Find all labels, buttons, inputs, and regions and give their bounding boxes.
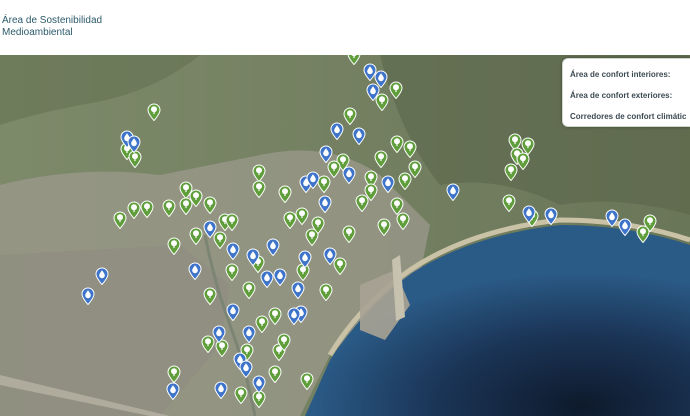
interior-comfort-marker[interactable] xyxy=(306,171,320,189)
exterior-comfort-marker[interactable] xyxy=(113,211,127,229)
exterior-comfort-marker[interactable] xyxy=(502,194,516,212)
legend-item-corridors: Corredores de confort climátic xyxy=(570,112,687,121)
interior-comfort-marker[interactable] xyxy=(381,175,395,193)
interior-comfort-marker[interactable] xyxy=(287,307,301,325)
interior-comfort-marker[interactable] xyxy=(214,381,228,399)
exterior-comfort-marker[interactable] xyxy=(311,216,325,234)
interior-comfort-marker[interactable] xyxy=(544,207,558,225)
exterior-comfort-marker[interactable] xyxy=(390,135,404,153)
exterior-comfort-marker[interactable] xyxy=(389,81,403,99)
interior-comfort-marker[interactable] xyxy=(242,325,256,343)
interior-comfort-marker[interactable] xyxy=(203,220,217,238)
exterior-comfort-marker[interactable] xyxy=(162,199,176,217)
legend-item-exterior: Área de confort exteriores: xyxy=(570,91,673,100)
interior-comfort-marker[interactable] xyxy=(188,262,202,280)
interior-comfort-marker[interactable] xyxy=(352,127,366,145)
exterior-comfort-marker[interactable] xyxy=(277,333,291,351)
interior-comfort-marker[interactable] xyxy=(81,287,95,305)
title-line-2: Medioambiental xyxy=(2,27,73,38)
exterior-comfort-marker[interactable] xyxy=(396,212,410,230)
exterior-comfort-marker[interactable] xyxy=(268,307,282,325)
interior-comfort-marker[interactable] xyxy=(618,218,632,236)
exterior-comfort-marker[interactable] xyxy=(343,107,357,125)
exterior-comfort-marker[interactable] xyxy=(504,163,518,181)
exterior-comfort-marker[interactable] xyxy=(255,315,269,333)
interior-comfort-marker[interactable] xyxy=(239,360,253,378)
exterior-comfort-marker[interactable] xyxy=(234,386,248,404)
interior-comfort-marker[interactable] xyxy=(298,250,312,268)
exterior-comfort-marker[interactable] xyxy=(147,103,161,121)
exterior-comfort-marker[interactable] xyxy=(242,281,256,299)
exterior-comfort-marker[interactable] xyxy=(278,185,292,203)
interior-comfort-marker[interactable] xyxy=(366,83,380,101)
interior-comfort-marker[interactable] xyxy=(291,281,305,299)
exterior-comfort-marker[interactable] xyxy=(295,207,309,225)
exterior-comfort-marker[interactable] xyxy=(342,225,356,243)
interior-comfort-marker[interactable] xyxy=(166,382,180,400)
exterior-comfort-marker[interactable] xyxy=(516,152,530,170)
interior-comfort-marker[interactable] xyxy=(342,166,356,184)
interior-comfort-marker[interactable] xyxy=(318,195,332,213)
exterior-comfort-marker[interactable] xyxy=(203,196,217,214)
exterior-comfort-marker[interactable] xyxy=(636,225,650,243)
exterior-comfort-marker[interactable] xyxy=(225,213,239,231)
legend-item-interior: Área de confort interiores: xyxy=(570,70,671,79)
exterior-comfort-marker[interactable] xyxy=(140,200,154,218)
exterior-comfort-marker[interactable] xyxy=(167,365,181,383)
exterior-comfort-marker[interactable] xyxy=(268,365,282,383)
exterior-comfort-marker[interactable] xyxy=(355,194,369,212)
interior-comfort-marker[interactable] xyxy=(226,242,240,260)
interior-comfort-marker[interactable] xyxy=(212,325,226,343)
exterior-comfort-marker[interactable] xyxy=(300,372,314,390)
interior-comfort-marker[interactable] xyxy=(246,248,260,266)
exterior-comfort-marker[interactable] xyxy=(408,160,422,178)
exterior-comfort-marker[interactable] xyxy=(127,201,141,219)
interior-comfort-marker[interactable] xyxy=(522,205,536,223)
exterior-comfort-marker[interactable] xyxy=(252,180,266,198)
interior-comfort-marker[interactable] xyxy=(605,209,619,227)
interior-comfort-marker[interactable] xyxy=(266,238,280,256)
legend-panel: Área de confort interiores: Área de conf… xyxy=(562,58,690,127)
exterior-comfort-marker[interactable] xyxy=(179,197,193,215)
exterior-comfort-marker[interactable] xyxy=(203,287,217,305)
interior-comfort-marker[interactable] xyxy=(323,247,337,265)
interior-comfort-marker[interactable] xyxy=(446,183,460,201)
page-title: Área de Sostenibilidad Medioambiental xyxy=(2,15,102,39)
exterior-comfort-marker[interactable] xyxy=(167,237,181,255)
interior-comfort-marker[interactable] xyxy=(319,145,333,163)
interior-comfort-marker[interactable] xyxy=(273,268,287,286)
exterior-comfort-marker[interactable] xyxy=(319,283,333,301)
interior-comfort-marker[interactable] xyxy=(95,267,109,285)
exterior-comfort-marker[interactable] xyxy=(377,218,391,236)
exterior-comfort-marker[interactable] xyxy=(225,263,239,281)
exterior-comfort-marker[interactable] xyxy=(189,227,203,245)
interior-comfort-marker[interactable] xyxy=(226,303,240,321)
interior-comfort-marker[interactable] xyxy=(252,375,266,393)
exterior-comfort-marker[interactable] xyxy=(347,55,361,65)
interior-comfort-marker[interactable] xyxy=(127,135,141,153)
title-line-1: Área de Sostenibilidad xyxy=(2,15,103,26)
exterior-comfort-marker[interactable] xyxy=(374,150,388,168)
exterior-comfort-marker[interactable] xyxy=(403,140,417,158)
interior-comfort-marker[interactable] xyxy=(260,270,274,288)
page-header: Área de Sostenibilidad Medioambiental xyxy=(0,0,690,55)
interior-comfort-marker[interactable] xyxy=(330,122,344,140)
